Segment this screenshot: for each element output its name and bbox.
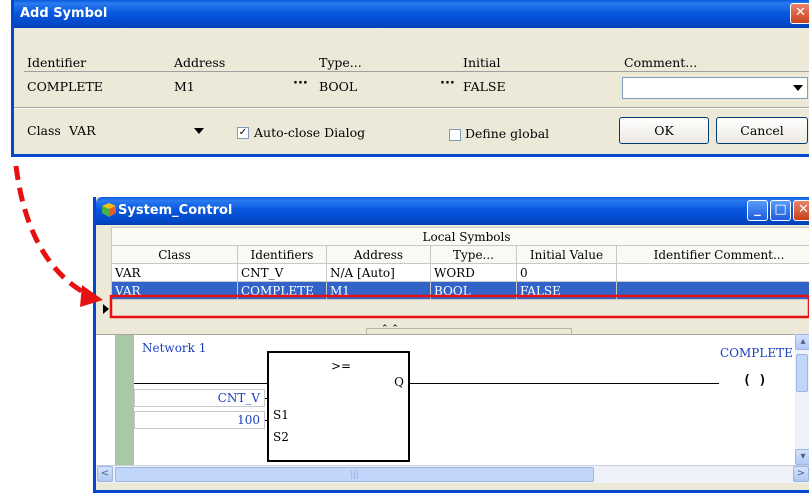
scroll-right-button[interactable]: >: [793, 466, 809, 482]
header-divider: [24, 71, 809, 72]
add-symbol-dialog: Add Symbol ✕ Identifier Address Type... …: [11, 0, 809, 157]
maximize-button[interactable]: □: [770, 200, 791, 221]
system-control-titlebar[interactable]: System_Control _ □ ✕: [96, 197, 809, 225]
input-wire-1: [265, 398, 269, 399]
row-identifier: COMPLETE: [237, 281, 327, 300]
close-button[interactable]: ✕: [790, 3, 809, 24]
row-address: M1: [326, 281, 431, 300]
minimize-icon: _: [754, 202, 761, 217]
vertical-scroll-thumb[interactable]: [796, 354, 808, 392]
cancel-button[interactable]: Cancel: [716, 117, 808, 144]
coil-symbol[interactable]: ( ): [743, 373, 766, 388]
local-symbols-grid: Local Symbols Class Identifiers Address …: [110, 227, 809, 300]
column-header-address[interactable]: Address: [326, 245, 431, 264]
row-type: WORD: [430, 263, 517, 282]
class-select-value[interactable]: VAR: [69, 123, 96, 138]
scroll-grip-icon: |||: [350, 470, 359, 479]
dialog-separator: [14, 107, 809, 109]
table-row[interactable]: VAR CNT_V N/A [Auto] WORD 0: [111, 263, 809, 282]
column-header-comment[interactable]: Identifier Comment...: [615, 245, 809, 264]
row-address: N/A [Auto]: [326, 263, 431, 282]
input-cnt-v[interactable]: CNT_V: [134, 389, 265, 407]
horizontal-scroll-thumb[interactable]: |||: [115, 467, 594, 482]
input-100[interactable]: 100: [134, 411, 265, 429]
auto-close-checkbox[interactable]: ✓: [237, 127, 249, 139]
row-class: VAR: [111, 281, 238, 300]
block-output-pin: Q: [394, 375, 404, 389]
splitter-grip-icon: ⌃ ⌃: [381, 324, 399, 334]
column-header-type[interactable]: Type...: [430, 245, 517, 264]
local-symbols-title: Local Symbols: [110, 227, 809, 246]
table-row-selected[interactable]: VAR COMPLETE M1 BOOL FALSE: [111, 281, 809, 300]
network-label: Network 1: [142, 341, 207, 355]
address-browse-button[interactable]: ···: [293, 76, 308, 91]
ok-button[interactable]: OK: [619, 117, 709, 144]
minimize-button[interactable]: _: [747, 200, 768, 221]
class-label: Class: [27, 123, 61, 138]
ladder-editor[interactable]: Network 1 >= Q S1 S2 CNT_V 100 COMPLETE …: [96, 334, 809, 466]
define-global-checkbox[interactable]: [449, 129, 461, 141]
maximize-icon: □: [774, 202, 787, 217]
column-header-initial-value[interactable]: Initial Value: [516, 245, 617, 264]
row-class: VAR: [111, 263, 238, 282]
power-rail: [115, 335, 134, 466]
rung-line: [134, 383, 267, 384]
row-comment: [615, 281, 809, 300]
address-header: Address: [174, 55, 226, 70]
system-control-title: System_Control: [118, 203, 233, 218]
system-control-window: System_Control _ □ ✕ Local Symbols Class…: [93, 197, 809, 493]
row-identifier: CNT_V: [237, 263, 327, 282]
input-wire-2: [265, 420, 269, 421]
scroll-left-button[interactable]: <: [97, 466, 113, 482]
comment-combo[interactable]: [622, 77, 808, 99]
auto-close-label[interactable]: Auto-close Dialog: [254, 125, 365, 140]
type-header[interactable]: Type...: [319, 55, 362, 70]
annotation-dashed-arrow: [13, 165, 94, 300]
row-initial-value: 0: [516, 263, 617, 282]
coil-label: COMPLETE: [720, 346, 793, 360]
comment-header[interactable]: Comment...: [624, 55, 697, 70]
initial-header: Initial: [463, 55, 501, 70]
address-field[interactable]: M1: [174, 76, 195, 98]
row-type: BOOL: [430, 281, 517, 300]
column-header-class[interactable]: Class: [111, 245, 238, 264]
window-close-button[interactable]: ✕: [793, 200, 809, 221]
close-icon: ✕: [795, 5, 806, 20]
grid-header-row: Class Identifiers Address Type... Initia…: [111, 245, 809, 264]
scroll-down-button[interactable]: ▾: [795, 449, 809, 465]
row-comment: [615, 263, 809, 282]
add-symbol-titlebar[interactable]: Add Symbol ✕: [14, 0, 809, 28]
column-header-identifiers[interactable]: Identifiers: [237, 245, 327, 264]
identifier-field[interactable]: COMPLETE: [27, 76, 103, 98]
chevron-down-icon[interactable]: [793, 85, 803, 91]
close-icon: ✕: [798, 202, 809, 217]
initial-field[interactable]: FALSE: [463, 76, 506, 98]
identifier-header: Identifier: [27, 55, 87, 70]
class-dropdown-icon[interactable]: [194, 128, 204, 134]
block-input-s1: S1: [273, 408, 289, 422]
row-initial-value: FALSE: [516, 281, 617, 300]
compare-block[interactable]: >= Q S1 S2: [267, 351, 410, 462]
block-input-s2: S2: [273, 430, 289, 444]
define-global-label[interactable]: Define global: [465, 126, 549, 141]
block-operator: >=: [331, 359, 352, 373]
row-pointer-icon: [103, 304, 109, 314]
scroll-up-button[interactable]: ▴: [795, 334, 809, 350]
type-browse-button[interactable]: ···: [440, 76, 455, 91]
type-field[interactable]: BOOL: [319, 76, 357, 98]
horizontal-scrollbar[interactable]: < ||| >: [96, 465, 809, 483]
app-icon: [102, 203, 116, 217]
rung-line-output: [410, 383, 719, 384]
add-symbol-title: Add Symbol: [20, 6, 108, 21]
vertical-scrollbar[interactable]: ▴ ▾: [795, 334, 809, 465]
